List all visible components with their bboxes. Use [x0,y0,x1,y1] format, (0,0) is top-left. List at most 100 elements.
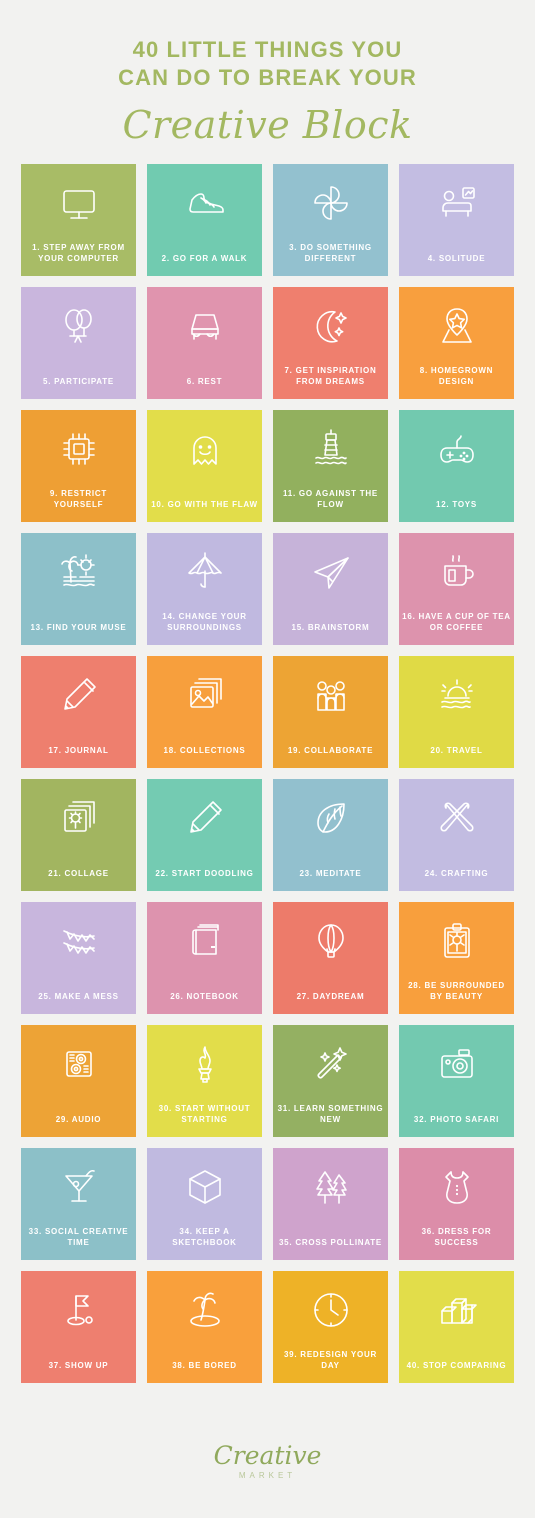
umbrella-icon [147,533,262,605]
tile-label: 38. BE BORED [172,1360,237,1370]
tile-label: 33. SOCIAL CREATIVE TIME [28,1227,129,1247]
tile-34[interactable]: 34. KEEP A SKETCHBOOK [147,1148,262,1260]
bunting-icon [21,902,136,974]
cpu-chip-icon [21,410,136,482]
tile-11[interactable]: 11. GO AGAINST THE FLOW [273,410,388,522]
tile-39[interactable]: 39. REDESIGN YOUR DAY [273,1271,388,1383]
tile-label: 25. MAKE A MESS [38,991,119,1001]
tile-4[interactable]: 4. SOLITUDE [399,164,514,276]
paper-plane-icon [273,533,388,605]
tile-label: 32. PHOTO SAFARI [413,1114,500,1124]
tile-label: 4. SOLITUDE [427,253,486,263]
tile-label: 13. FIND YOUR MUSE [30,622,127,632]
tile-label: 18. COLLECTIONS [163,745,246,755]
podium-icon [399,1271,514,1343]
tile-1[interactable]: 1. STEP AWAY FROM YOUR COMPUTER [21,164,136,276]
balloons-icon [21,287,136,359]
tile-label: 20. TRAVEL [430,745,483,755]
tile-label: 15. BRAINSTORM [291,622,370,632]
palm-island-icon [147,1271,262,1343]
tile-label: 21. COLLAGE [48,868,109,878]
tile-25[interactable]: 25. MAKE A MESS [21,902,136,1014]
monitor-icon [21,164,136,236]
leaf-icon [273,779,388,851]
tile-label: 22. START DOODLING [155,868,254,878]
pine-trees-icon [273,1148,388,1220]
tile-29[interactable]: 29. AUDIO [21,1025,136,1137]
tile-15[interactable]: 15. BRAINSTORM [273,533,388,645]
tile-22[interactable]: 22. START DOODLING [147,779,262,891]
tile-31[interactable]: 31. LEARN SOMETHING NEW [273,1025,388,1137]
tile-28[interactable]: 28. BE SURROUNDED BY BEAUTY [399,902,514,1014]
pencil-icon [21,656,136,728]
brand-name: Creative [213,1441,322,1470]
tile-label: 6. REST [186,376,223,386]
dress-icon [399,1148,514,1220]
tile-33[interactable]: 33. SOCIAL CREATIVE TIME [21,1148,136,1260]
title-line-1: 40 LITTLE THINGS YOU [132,37,403,62]
coffee-mug-icon [399,533,514,605]
tile-18[interactable]: 18. COLLECTIONS [147,656,262,768]
tile-37[interactable]: 37. SHOW UP [21,1271,136,1383]
moon-stars-icon [273,287,388,359]
tile-label: 17. JOURNAL [48,745,109,755]
tile-13[interactable]: 13. FIND YOUR MUSE [21,533,136,645]
tile-label: 12. TOYS [436,499,477,509]
tile-14[interactable]: 14. CHANGE YOUR SURROUNDINGS [147,533,262,645]
tile-17[interactable]: 17. JOURNAL [21,656,136,768]
tile-label: 8. HOMEGROWN DESIGN [419,366,494,386]
lighthouse-icon [273,410,388,482]
hot-air-balloon-icon [273,902,388,974]
gamepad-icon [399,410,514,482]
sneaker-icon [147,164,262,236]
tile-35[interactable]: 35. CROSS POLLINATE [273,1148,388,1260]
tile-20[interactable]: 20. TRAVEL [399,656,514,768]
tile-2[interactable]: 2. GO FOR A WALK [147,164,262,276]
beach-scene-icon [21,533,136,605]
tile-5[interactable]: 5. PARTICIPATE [21,287,136,399]
tile-label: 11. GO AGAINST THE FLOW [283,489,378,509]
tile-30[interactable]: 30. START WITHOUT STARTING [147,1025,262,1137]
tile-label: 19. COLLABORATE [287,745,374,755]
tile-label: 39. REDESIGN YOUR DAY [283,1350,378,1370]
torch-flame-icon [147,1025,262,1097]
tile-6[interactable]: 6. REST [147,287,262,399]
pencil-icon [147,779,262,851]
tile-40[interactable]: 40. STOP COMPARING [399,1271,514,1383]
tile-label: 29. AUDIO [55,1114,102,1124]
pen-brush-cross-icon [399,779,514,851]
tile-9[interactable]: 9. RESTRICT YOURSELF [21,410,136,522]
tile-3[interactable]: 3. DO SOMETHING DIFFERENT [273,164,388,276]
tile-19[interactable]: 19. COLLABORATE [273,656,388,768]
tile-label: 7. GET INSPIRATION FROM DREAMS [284,366,377,386]
page-header: 40 LITTLE THINGS YOU CAN DO TO BREAK YOU… [0,0,535,152]
tile-10[interactable]: 10. GO WITH THE FLAW [147,410,262,522]
clipboard-flower-icon [399,902,514,974]
tile-label: 16. HAVE A CUP OF TEA OR COFFEE [402,612,511,632]
tile-24[interactable]: 24. CRAFTING [399,779,514,891]
tile-8[interactable]: 8. HOMEGROWN DESIGN [399,287,514,399]
tile-16[interactable]: 16. HAVE A CUP OF TEA OR COFFEE [399,533,514,645]
tile-label: 34. KEEP A SKETCHBOOK [172,1227,237,1247]
clock-icon [273,1271,388,1343]
title-script: Creative Block [122,103,413,147]
camera-icon [399,1025,514,1097]
tile-27[interactable]: 27. DAYDREAM [273,902,388,1014]
tile-21[interactable]: 21. COLLAGE [21,779,136,891]
tile-36[interactable]: 36. DRESS FOR SUCCESS [399,1148,514,1260]
tile-label: 9. RESTRICT YOURSELF [49,489,108,509]
tile-12[interactable]: 12. TOYS [399,410,514,522]
footer-logo: Creative MARKET [0,1441,535,1481]
tile-label: 2. GO FOR A WALK [161,253,248,263]
bed-icon [147,287,262,359]
tile-7[interactable]: 7. GET INSPIRATION FROM DREAMS [273,287,388,399]
tile-23[interactable]: 23. MEDITATE [273,779,388,891]
tile-32[interactable]: 32. PHOTO SAFARI [399,1025,514,1137]
photo-stack-icon [147,656,262,728]
tile-label: 10. GO WITH THE FLAW [151,499,258,509]
tile-26[interactable]: 26. NOTEBOOK [147,902,262,1014]
tile-38[interactable]: 38. BE BORED [147,1271,262,1383]
tile-label: 1. STEP AWAY FROM YOUR COMPUTER [32,243,125,263]
tile-label: 30. START WITHOUT STARTING [158,1104,251,1124]
tile-label: 28. BE SURROUNDED BY BEAUTY [408,981,505,1001]
